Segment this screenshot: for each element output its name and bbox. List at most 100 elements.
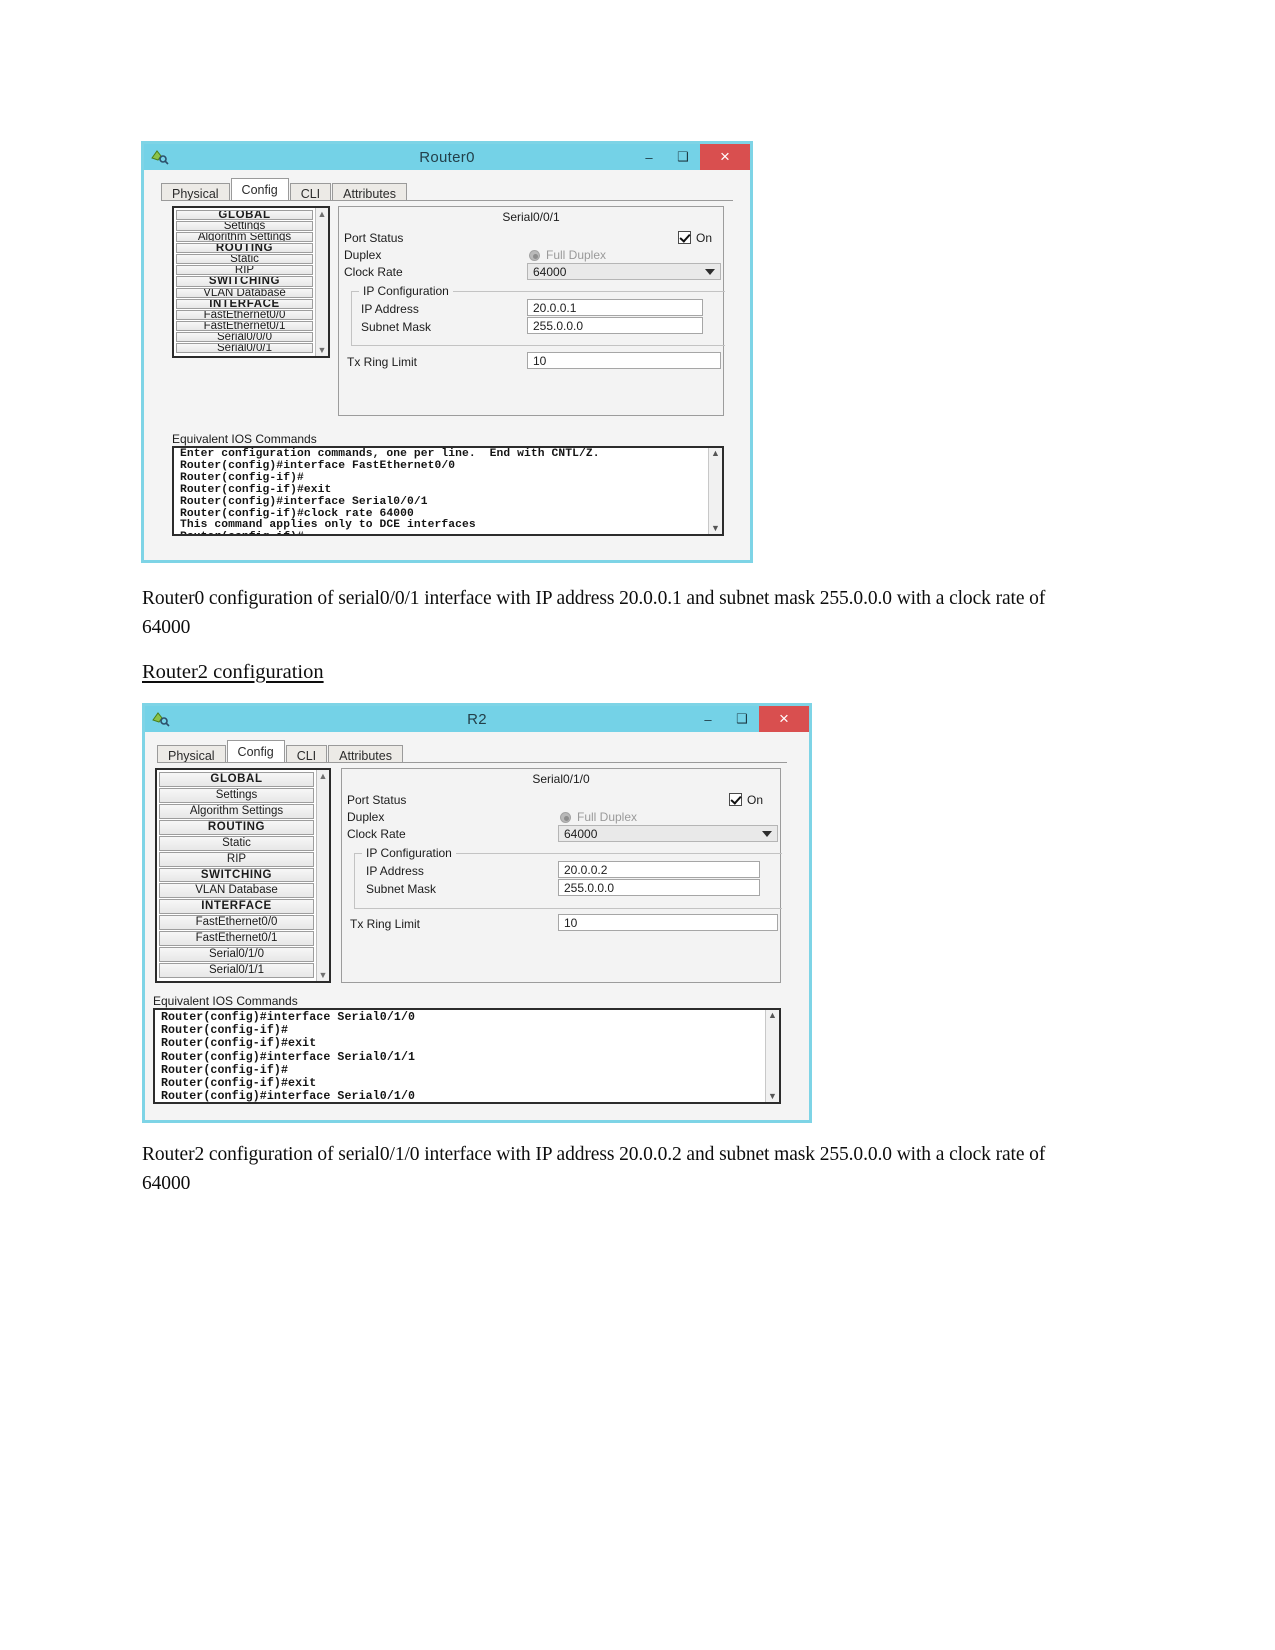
interface-title: Serial0/1/0 (532, 772, 590, 786)
sidebar-item-fastethernet0-1[interactable]: FastEthernet0/1 (159, 931, 314, 947)
port-status-label: Port Status (347, 793, 407, 807)
sidebar-item-routing[interactable]: ROUTING (176, 243, 313, 254)
sidebar-item-fastethernet0-1[interactable]: FastEthernet0/1 (176, 320, 313, 331)
subnet-mask-input[interactable]: 255.0.0.0 (558, 879, 760, 896)
sidebar-item-global[interactable]: GLOBAL (159, 772, 314, 787)
sidebar-item-serial0-0-0[interactable]: Serial0/0/0 (176, 331, 313, 342)
subnet-mask-label: Subnet Mask (366, 882, 437, 896)
ios-scroll-down-icon[interactable]: ▼ (768, 1091, 777, 1102)
scroll-up-icon[interactable]: ▲ (319, 770, 328, 782)
scroll-down-icon[interactable]: ▼ (319, 969, 328, 981)
tab-attributes[interactable]: Attributes (328, 745, 403, 763)
subnet-mask-input[interactable]: 255.0.0.0 (527, 317, 703, 334)
ios-commands-label: Equivalent IOS Commands (172, 432, 317, 446)
tx-ring-limit-label: Tx Ring Limit (350, 917, 421, 931)
chevron-down-icon (705, 268, 715, 275)
router0-window-title: Router0 (419, 148, 475, 166)
tab-physical[interactable]: Physical (161, 183, 230, 201)
port-status-value: On (747, 793, 764, 807)
ip-address-label: IP Address (361, 302, 419, 316)
ios-scroll-up-icon[interactable]: ▲ (711, 448, 720, 459)
subnet-mask-label: Subnet Mask (361, 320, 432, 334)
tx-ring-limit-value: 10 (533, 353, 547, 368)
full-duplex-radio[interactable] (529, 250, 540, 261)
sidebar-item-interface[interactable]: INTERFACE (176, 298, 313, 309)
r2-config-sidebar: GLOBAL Settings Algorithm Settings ROUTING S… (155, 768, 331, 983)
sidebar-item-static[interactable]: Static (159, 835, 314, 851)
router0-tabbar: Physical Config CLI Attributes (161, 178, 408, 201)
tab-physical[interactable]: Physical (157, 745, 226, 763)
sidebar-item-algorithm-settings[interactable]: Algorithm Settings (159, 803, 314, 819)
tab-config[interactable]: Config (226, 740, 285, 762)
ios-commands-box[interactable]: Enter configuration commands, one per li… (172, 446, 724, 536)
ios-scroll-up-icon[interactable]: ▲ (768, 1010, 777, 1021)
sidebar-item-list: GLOBAL Settings Algorithm Settings ROUTING S… (157, 770, 316, 981)
sidebar-scrollbar[interactable]: ▲ ▼ (316, 770, 329, 981)
tx-ring-limit-label: Tx Ring Limit (347, 355, 418, 369)
full-duplex-label: Full Duplex (577, 810, 638, 824)
sidebar-item-fastethernet0-0[interactable]: FastEthernet0/0 (176, 309, 313, 320)
ios-commands-label: Equivalent IOS Commands (153, 994, 298, 1008)
paragraph-router0: Router0 configuration of serial0/0/1 int… (142, 588, 1046, 638)
full-duplex-label: Full Duplex (546, 248, 607, 262)
sidebar-item-rip[interactable]: RIP (176, 265, 313, 276)
ios-commands-box[interactable]: Router(config)#interface Serial0/1/0 Rou… (153, 1008, 781, 1104)
sidebar-item-switching[interactable]: SWITCHING (159, 867, 314, 883)
r2-interface-panel: Serial0/1/0 Port Status On Duplex Full D… (341, 768, 782, 983)
sidebar-scrollbar[interactable]: ▲ ▼ (315, 208, 328, 356)
port-status-value: On (696, 231, 713, 245)
ip-address-value: 20.0.0.1 (533, 300, 577, 315)
duplex-label: Duplex (347, 810, 385, 824)
tab-config[interactable]: Config (230, 178, 289, 200)
ios-scroll-down-icon[interactable]: ▼ (711, 523, 720, 534)
clock-rate-value: 64000 (564, 826, 598, 841)
ip-address-label: IP Address (366, 864, 424, 878)
sidebar-item-vlan-database[interactable]: VLAN Database (176, 287, 313, 298)
clock-rate-dropdown[interactable]: 64000 (527, 263, 721, 280)
sidebar-item-serial0-0-1[interactable]: Serial0/0/1 (176, 342, 313, 354)
sidebar-item-interface[interactable]: INTERFACE (159, 899, 314, 915)
subnet-mask-value: 255.0.0.0 (564, 880, 615, 895)
clock-rate-dropdown[interactable]: 64000 (558, 825, 778, 842)
sidebar-item-fastethernet0-0[interactable]: FastEthernet0/0 (159, 915, 314, 931)
ip-address-value: 20.0.0.2 (564, 862, 608, 877)
scroll-down-icon[interactable]: ▼ (318, 344, 327, 356)
ios-scrollbar[interactable]: ▲ ▼ (708, 448, 722, 534)
clock-rate-label: Clock Rate (344, 265, 403, 279)
clock-rate-value: 64000 (533, 264, 567, 279)
sidebar-item-rip[interactable]: RIP (159, 851, 314, 867)
port-status-checkbox[interactable] (729, 793, 742, 806)
tabbar-underline (161, 200, 733, 201)
tabbar-underline (157, 762, 787, 763)
scroll-up-icon[interactable]: ▲ (318, 208, 327, 220)
sidebar-item-static[interactable]: Static (176, 254, 313, 265)
ios-commands-text: Router(config)#interface Serial0/1/0 Rou… (161, 1011, 416, 1102)
full-duplex-radio[interactable] (560, 812, 571, 823)
sidebar-item-switching[interactable]: SWITCHING (176, 276, 313, 287)
port-status-checkbox[interactable] (678, 231, 691, 244)
sidebar-item-algorithm-settings[interactable]: Algorithm Settings (176, 232, 313, 243)
tab-cli[interactable]: CLI (289, 183, 332, 201)
chevron-down-icon (762, 830, 772, 837)
sidebar-item-serial0-1-0[interactable]: Serial0/1/0 (159, 947, 314, 963)
ip-address-input[interactable]: 20.0.0.1 (527, 299, 703, 316)
sidebar-item-settings[interactable]: Settings (159, 787, 314, 803)
ios-commands-text: Enter configuration commands, one per li… (180, 448, 600, 534)
ip-address-input[interactable]: 20.0.0.2 (558, 861, 760, 878)
tab-cli[interactable]: CLI (285, 745, 328, 763)
tx-ring-limit-input[interactable]: 10 (558, 914, 778, 931)
sidebar-item-serial0-1-1[interactable]: Serial0/1/1 (159, 963, 314, 978)
tab-attributes[interactable]: Attributes (332, 183, 407, 201)
tx-ring-limit-input[interactable]: 10 (527, 352, 721, 369)
document-page: Router0 – ❑ × Physical Config CLI Attrib… (0, 0, 1275, 1650)
sidebar-item-vlan-database[interactable]: VLAN Database (159, 883, 314, 899)
sidebar-item-global[interactable]: GLOBAL (176, 210, 313, 221)
interface-title: Serial0/0/1 (502, 210, 560, 224)
ios-scrollbar[interactable]: ▲ ▼ (765, 1010, 779, 1102)
sidebar-item-settings[interactable]: Settings (176, 221, 313, 232)
heading-router2-configuration: Router2 configuration (142, 661, 324, 683)
tx-ring-limit-value: 10 (564, 915, 578, 930)
sidebar-item-routing[interactable]: ROUTING (159, 819, 314, 835)
clock-rate-label: Clock Rate (347, 827, 406, 841)
router0-config-sidebar: GLOBAL Settings Algorithm Settings ROUTING S… (172, 206, 330, 358)
